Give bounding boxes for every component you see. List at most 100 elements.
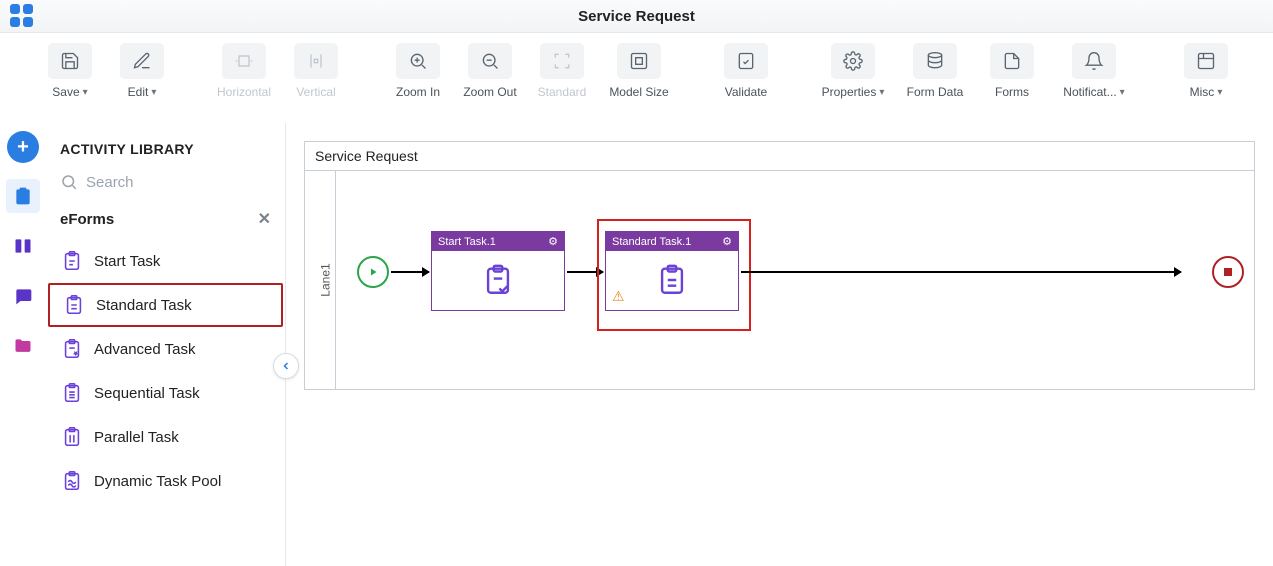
validate-icon — [724, 43, 768, 79]
vertical-button[interactable]: Vertical — [286, 43, 346, 99]
model-size-label: Model Size — [609, 85, 668, 99]
panel-section-title: eForms — [60, 211, 114, 228]
zoom-in-button[interactable]: Zoom In — [388, 43, 448, 99]
panel-section-header: eForms ✕ — [46, 203, 285, 239]
zoom-out-label: Zoom Out — [463, 85, 516, 99]
zoom-in-label: Zoom In — [396, 85, 440, 99]
activity-dynamic-task-pool[interactable]: Dynamic Task Pool — [46, 459, 285, 503]
rail-clipboard-icon[interactable] — [6, 179, 40, 213]
add-button[interactable]: + — [7, 131, 39, 163]
form-data-label: Form Data — [907, 85, 964, 99]
task-title: Standard Task.1 — [612, 236, 691, 248]
activity-start-task[interactable]: Start Task — [46, 239, 285, 283]
properties-label: Properties — [822, 85, 877, 99]
activity-advanced-task[interactable]: Advanced Task — [46, 327, 285, 371]
clipboard-icon — [62, 293, 86, 317]
canvas-container: Service Request Lane1 Start Task.1 ⚙ — [286, 123, 1273, 566]
zoom-standard-button[interactable]: Standard — [532, 43, 592, 99]
rail-columns-icon[interactable] — [6, 229, 40, 263]
zoom-standard-label: Standard — [538, 85, 587, 99]
search-placeholder: Search — [86, 174, 134, 191]
end-node[interactable] — [1212, 256, 1244, 288]
forms-icon — [990, 43, 1034, 79]
toolbar: Save▾ Edit▾ Horizontal Vertical Zoom In … — [0, 33, 1273, 123]
clipboard-check-icon — [481, 263, 515, 297]
model-size-button[interactable]: Model Size — [604, 43, 674, 99]
lane-divider — [335, 171, 336, 389]
forms-label: Forms — [995, 85, 1029, 99]
form-data-button[interactable]: Form Data — [900, 43, 970, 99]
bell-icon — [1072, 43, 1116, 79]
collapse-panel-button[interactable] — [273, 353, 299, 379]
process-canvas[interactable]: Service Request Lane1 Start Task.1 ⚙ — [304, 141, 1255, 390]
save-button[interactable]: Save ▾ — [40, 43, 100, 99]
properties-button[interactable]: Properties▾ — [818, 43, 888, 99]
warning-icon: ⚠ — [612, 288, 625, 305]
activity-label: Standard Task — [96, 297, 192, 314]
clipboard-icon — [60, 249, 84, 273]
forms-button[interactable]: Forms — [982, 43, 1042, 99]
flow-arrow — [391, 271, 429, 273]
horizontal-label: Horizontal — [217, 85, 271, 99]
activity-library-panel: ACTIVITY LIBRARY Search eForms ✕ Start T… — [46, 123, 286, 566]
misc-button[interactable]: Misc▾ — [1176, 43, 1236, 99]
search-icon — [60, 173, 78, 191]
vertical-icon — [294, 43, 338, 79]
main-area: + ACTIVITY LIBRARY Search eForms ✕ Start… — [0, 123, 1273, 566]
zoom-out-button[interactable]: Zoom Out — [460, 43, 520, 99]
edit-button[interactable]: Edit▾ — [112, 43, 172, 99]
notifications-button[interactable]: Notificat... ▾ — [1054, 43, 1134, 99]
activity-sequential-task[interactable]: Sequential Task — [46, 371, 285, 415]
flow-arrow — [741, 271, 1181, 273]
zoom-out-icon — [468, 43, 512, 79]
chevron-left-icon — [280, 360, 292, 372]
gear-icon[interactable]: ⚙ — [548, 235, 558, 248]
lane-label: Lane1 — [319, 263, 333, 296]
chevron-down-icon: ▾ — [1217, 87, 1222, 98]
play-icon — [367, 266, 379, 278]
search-input[interactable]: Search — [46, 167, 285, 203]
app-header: Service Request — [0, 0, 1273, 33]
activity-standard-task[interactable]: Standard Task — [48, 283, 283, 327]
task-title: Start Task.1 — [438, 236, 496, 248]
notifications-label: Notificat... — [1063, 85, 1116, 99]
start-node[interactable] — [357, 256, 389, 288]
zoom-in-icon — [396, 43, 440, 79]
save-icon — [48, 43, 92, 79]
app-logo-icon — [10, 4, 34, 28]
chevron-down-icon: ▾ — [151, 87, 156, 98]
chevron-down-icon: ▾ — [1120, 87, 1125, 98]
canvas-title: Service Request — [305, 142, 1254, 171]
clipboard-wave-icon — [60, 469, 84, 493]
validate-label: Validate — [725, 85, 767, 99]
chevron-down-icon: ▾ — [83, 87, 88, 98]
model-size-icon — [617, 43, 661, 79]
activity-parallel-task[interactable]: Parallel Task — [46, 415, 285, 459]
start-task-node[interactable]: Start Task.1 ⚙ — [431, 231, 565, 311]
clipboard-parallel-icon — [60, 425, 84, 449]
gear-icon — [831, 43, 875, 79]
edit-icon — [120, 43, 164, 79]
rail-chat-icon[interactable] — [6, 279, 40, 313]
canvas-body[interactable]: Lane1 Start Task.1 ⚙ — [305, 171, 1254, 389]
close-icon[interactable]: ✕ — [258, 209, 271, 229]
rail-folder-icon[interactable] — [6, 329, 40, 363]
gear-icon[interactable]: ⚙ — [722, 235, 732, 248]
misc-label: Misc — [1190, 85, 1215, 99]
misc-icon — [1184, 43, 1228, 79]
edit-label: Edit — [128, 85, 149, 99]
horizontal-button[interactable]: Horizontal — [214, 43, 274, 99]
zoom-standard-icon — [540, 43, 584, 79]
activity-label: Sequential Task — [94, 385, 200, 402]
save-label: Save — [52, 85, 79, 99]
horizontal-icon — [222, 43, 266, 79]
standard-task-node[interactable]: Standard Task.1 ⚙ ⚠ — [605, 231, 739, 311]
vertical-label: Vertical — [296, 85, 335, 99]
clipboard-list-icon — [60, 381, 84, 405]
page-title: Service Request — [578, 8, 695, 25]
clipboard-star-icon — [60, 337, 84, 361]
activity-label: Parallel Task — [94, 429, 179, 446]
validate-button[interactable]: Validate — [716, 43, 776, 99]
activity-label: Dynamic Task Pool — [94, 473, 221, 490]
clipboard-icon — [655, 263, 689, 297]
